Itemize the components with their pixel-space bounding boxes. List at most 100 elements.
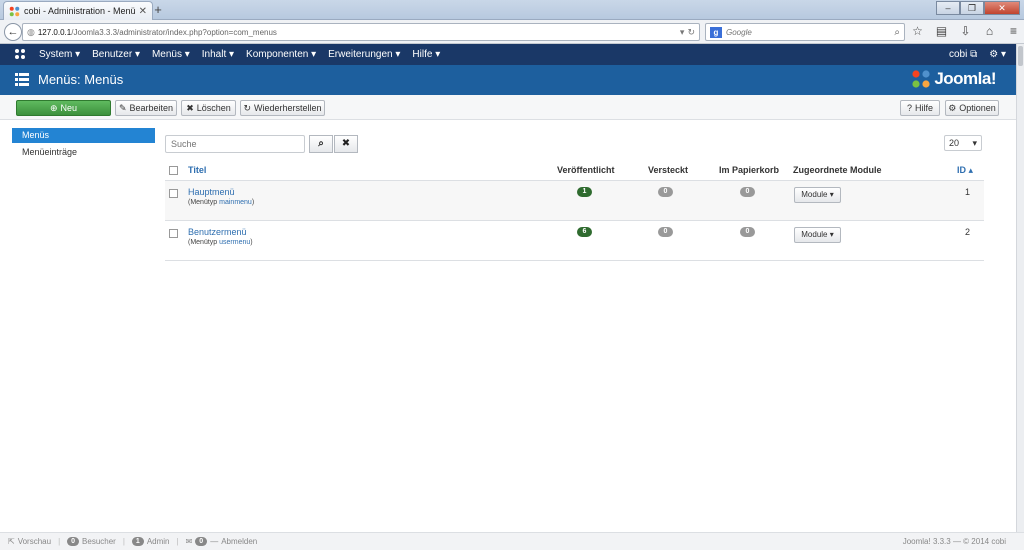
list-limit-select[interactable]: 20 ▾	[944, 135, 982, 151]
close-tab-icon[interactable]: ✕	[139, 6, 147, 17]
menu-icon[interactable]: ≡	[1006, 24, 1021, 39]
table-row: Hauptmenü (Menütyp mainmenu) 1 0 0 Modul…	[165, 181, 984, 221]
menu-content[interactable]: Inhalt ▾	[202, 49, 234, 60]
list-limit-value: 20	[949, 138, 960, 148]
row-checkbox[interactable]	[169, 229, 178, 238]
trashed-count-badge[interactable]: 0	[740, 187, 755, 197]
delete-button[interactable]: ✖ Löschen	[181, 100, 236, 116]
admin-menu-bar: System ▾ Benutzer ▾ Menüs ▾ Inhalt ▾ Kom…	[0, 44, 1016, 65]
clear-button[interactable]: ✖	[334, 135, 358, 153]
status-divider: |	[176, 537, 179, 546]
admin-main-menu: System ▾ Benutzer ▾ Menüs ▾ Inhalt ▾ Kom…	[39, 44, 452, 65]
magnifier-icon: ⌕	[318, 138, 324, 149]
hidden-count-badge[interactable]: 0	[658, 227, 673, 237]
menu-title-link[interactable]: Hauptmenü	[188, 187, 235, 197]
id-value: 2	[965, 227, 971, 237]
dropdown-arrow-icon[interactable]: ▾	[680, 27, 685, 38]
select-all-checkbox[interactable]	[169, 166, 178, 175]
maximize-button[interactable]: ❐	[960, 1, 984, 15]
admin-menu-right: cobi ⧉ ⚙ ▾	[949, 44, 1006, 65]
chevron-down-icon: ▾	[972, 138, 977, 148]
browser-search-bar[interactable]: g ⌕	[705, 23, 905, 41]
window-controls: – ❐ ✕	[936, 1, 1020, 15]
column-title[interactable]: Titel	[188, 165, 206, 175]
restore-button[interactable]: ↻ Wiederherstellen	[240, 100, 325, 116]
modules-dropdown-button[interactable]: Module ▾	[794, 227, 841, 243]
joomla-logo-icon[interactable]	[14, 48, 26, 60]
joomla-brand-text: Joomla!	[934, 69, 996, 88]
menu-help[interactable]: Hilfe ▾	[412, 49, 440, 60]
edit-button-label: Bearbeiten	[129, 103, 174, 113]
menu-title-link[interactable]: Benutzermenü	[188, 227, 247, 237]
menutype-text: (Menütyp mainmenu)	[188, 199, 255, 206]
version-text: Joomla! 3.3.3 — © 2014 cobi	[902, 537, 1006, 546]
column-hidden[interactable]: Versteckt	[648, 165, 688, 175]
browser-toolbar-icons: ☆ ▤ ⇩ ⌂ ≡	[910, 24, 1021, 39]
logout-icon: —	[210, 537, 219, 546]
joomla-favicon-icon	[9, 6, 20, 16]
column-published[interactable]: Veröffentlicht	[557, 165, 615, 175]
help-button-label: Hilfe	[915, 103, 934, 113]
address-bar[interactable]: ◍ 127.0.0.1/Joomla3.3.3/administrator/in…	[22, 23, 700, 41]
column-modules[interactable]: Zugeordnete Module	[793, 165, 882, 175]
id-value: 1	[965, 187, 971, 197]
bookmark-star-icon[interactable]: ☆	[910, 24, 925, 39]
page-title: Menüs: Menüs	[38, 72, 124, 87]
menu-users[interactable]: Benutzer ▾	[92, 49, 140, 60]
trashed-count-badge[interactable]: 0	[740, 227, 755, 237]
row-checkbox[interactable]	[169, 189, 178, 198]
browser-nav-bar: ← ◍ 127.0.0.1/Joomla3.3.3/administrator/…	[0, 20, 1024, 44]
sidebar-item-menus[interactable]: Menüs	[12, 128, 155, 143]
search-icon[interactable]: ⌕	[894, 27, 900, 38]
user-link[interactable]: cobi ⧉	[949, 49, 977, 60]
edit-button[interactable]: ✎ Bearbeiten	[115, 100, 177, 116]
toolbar: ⊕ Neu ✎ Bearbeiten ✖ Löschen ↻ Wiederher…	[0, 95, 1016, 120]
menu-menus[interactable]: Menüs ▾	[152, 49, 190, 60]
browser-tab-bar: cobi - Administration - Menüs... ✕ + – ❐…	[0, 0, 1024, 20]
vertical-scrollbar[interactable]	[1016, 44, 1024, 532]
browser-tab-title: cobi - Administration - Menüs...	[24, 6, 135, 16]
new-button-label: Neu	[60, 103, 78, 113]
search-input[interactable]	[165, 135, 305, 153]
sidebar-item-menu-items[interactable]: Menüeinträge	[12, 145, 155, 160]
published-count-badge[interactable]: 6	[577, 227, 592, 237]
edit-icon: ✎	[118, 102, 127, 113]
reload-icon[interactable]: ↻	[687, 27, 695, 38]
messages-count-badge[interactable]: 0	[195, 537, 208, 546]
minimize-button[interactable]: –	[936, 1, 960, 15]
globe-icon: ◍	[27, 26, 35, 37]
close-window-button[interactable]: ✕	[984, 1, 1020, 15]
column-id[interactable]: ID ▴	[957, 165, 973, 176]
options-button[interactable]: ⚙ Optionen	[945, 100, 999, 116]
download-icon[interactable]: ⇩	[958, 24, 973, 39]
browser-search-input[interactable]	[726, 27, 891, 37]
search-button[interactable]: ⌕	[309, 135, 333, 153]
google-icon[interactable]: g	[710, 26, 722, 38]
logout-link[interactable]: Abmelden	[221, 537, 257, 546]
column-trashed[interactable]: Im Papierkorb	[719, 165, 779, 175]
sidebar: Menüs Menüeinträge	[12, 128, 155, 160]
scrollbar-thumb[interactable]	[1018, 46, 1023, 66]
menu-extensions[interactable]: Erweiterungen ▾	[328, 49, 400, 60]
status-divider: |	[122, 537, 125, 546]
bookmarks-list-icon[interactable]: ▤	[934, 24, 949, 39]
new-button[interactable]: ⊕ Neu	[16, 100, 111, 116]
menutype-link[interactable]: usermenu	[219, 239, 250, 246]
menutype-link[interactable]: mainmenu	[219, 199, 252, 206]
preview-link[interactable]: Vorschau	[18, 537, 51, 546]
menutype-text: (Menütyp usermenu)	[188, 239, 253, 246]
joomla-brand-icon	[912, 70, 930, 88]
envelope-icon: ✉	[185, 537, 193, 546]
menu-system[interactable]: System ▾	[39, 49, 80, 60]
menu-components[interactable]: Komponenten ▾	[246, 49, 316, 60]
hidden-count-badge[interactable]: 0	[658, 187, 673, 197]
home-icon[interactable]: ⌂	[982, 24, 997, 39]
settings-gear-icon[interactable]: ⚙ ▾	[989, 49, 1006, 60]
options-button-label: Optionen	[959, 103, 996, 113]
help-button[interactable]: ? Hilfe	[900, 100, 940, 116]
new-tab-button[interactable]: +	[150, 2, 166, 17]
browser-tab[interactable]: cobi - Administration - Menüs... ✕	[3, 1, 153, 20]
modules-dropdown-button[interactable]: Module ▾	[794, 187, 841, 203]
published-count-badge[interactable]: 1	[577, 187, 592, 197]
back-arrow-icon[interactable]: ←	[4, 23, 22, 41]
